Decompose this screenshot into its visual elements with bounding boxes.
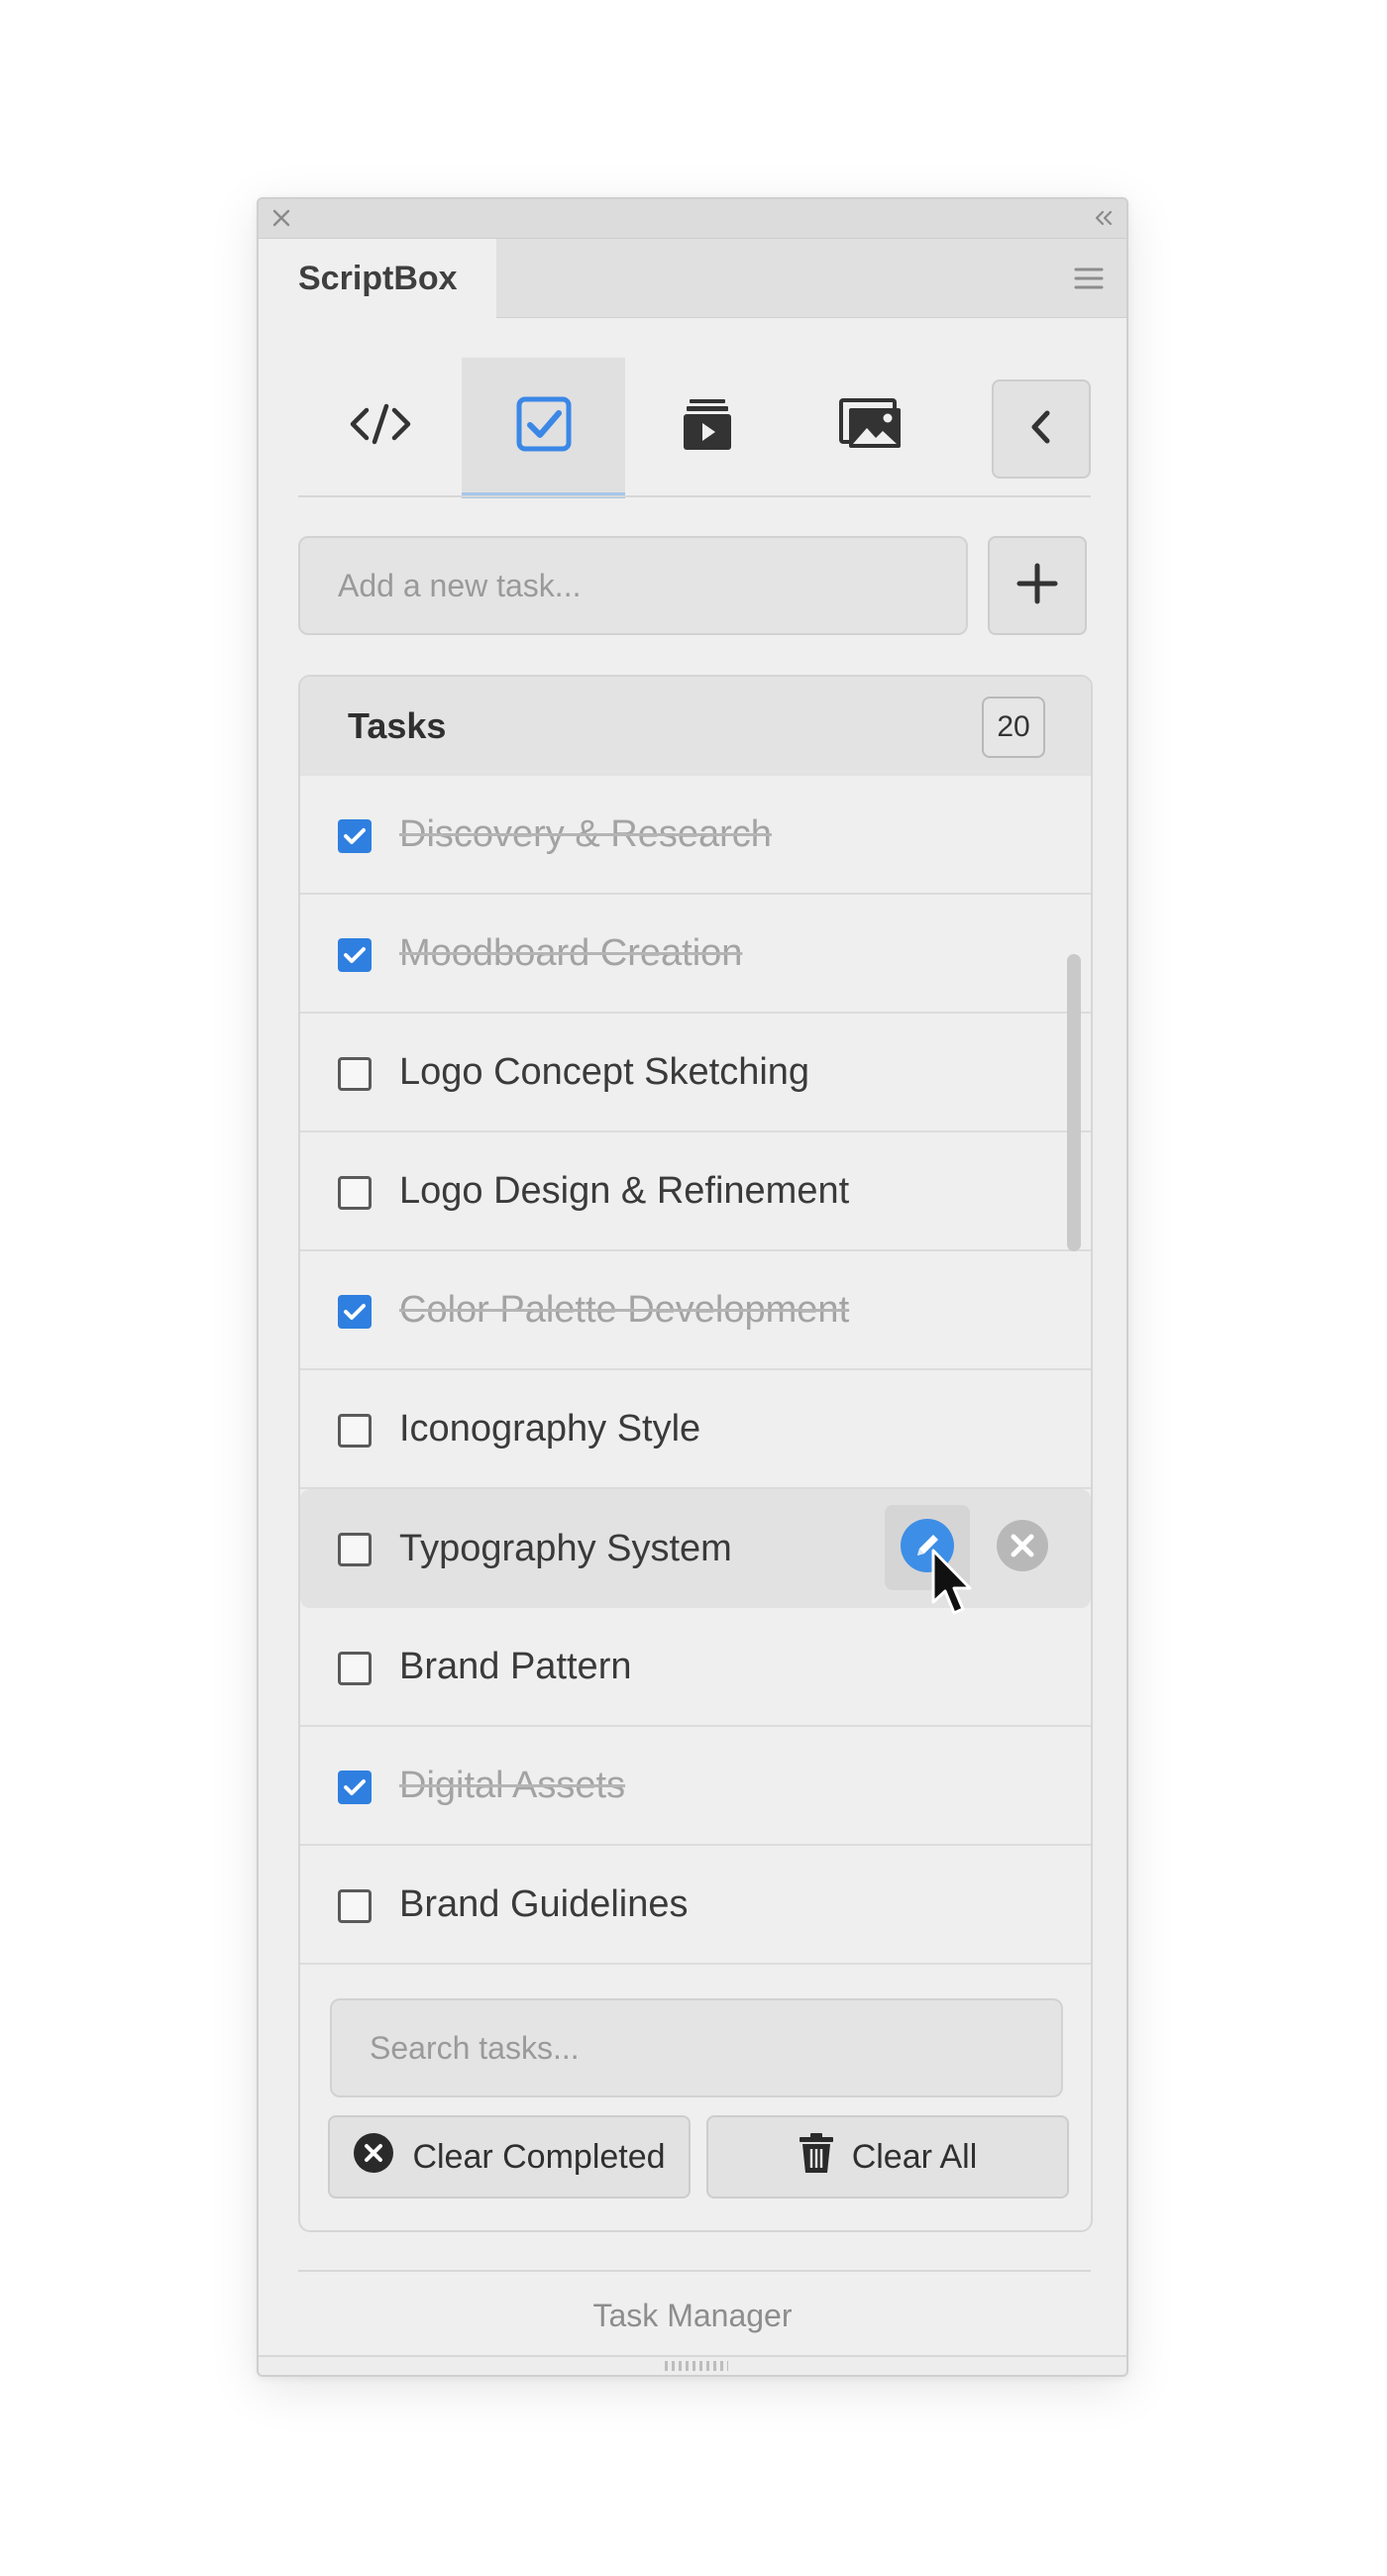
- panel-titlebar: [259, 199, 1126, 239]
- task-list-scrollbar[interactable]: [1067, 954, 1081, 1251]
- tab-media[interactable]: [625, 358, 789, 494]
- task-label: Iconography Style: [399, 1407, 701, 1449]
- task-label: Brand Guidelines: [399, 1882, 689, 1925]
- plus-icon: [1015, 562, 1059, 610]
- clear-circle-icon: [353, 2132, 394, 2183]
- panel-tab-row: ScriptBox: [259, 239, 1126, 319]
- task-row[interactable]: Digital Assets: [300, 1727, 1091, 1846]
- task-checkbox-checked[interactable]: [338, 1295, 372, 1329]
- task-label: Logo Concept Sketching: [399, 1050, 810, 1093]
- mouse-cursor-icon: [930, 1548, 978, 1619]
- code-icon: [349, 400, 412, 453]
- panel-footer-label: Task Manager: [592, 2298, 793, 2333]
- task-checkbox[interactable]: [338, 1414, 372, 1448]
- toolbar-divider: [298, 495, 1091, 497]
- task-row[interactable]: Logo Concept Sketching: [300, 1014, 1091, 1132]
- clear-completed-label: Clear Completed: [412, 2137, 666, 2176]
- task-checkbox-checked[interactable]: [338, 1771, 372, 1804]
- task-label: Brand Pattern: [399, 1645, 632, 1687]
- close-icon[interactable]: [268, 205, 294, 231]
- clear-completed-button[interactable]: Clear Completed: [328, 2115, 691, 2199]
- task-checkbox[interactable]: [338, 1533, 372, 1566]
- task-checkbox[interactable]: [338, 1176, 372, 1210]
- collapse-sidebar-button[interactable]: [992, 379, 1091, 479]
- tool-tabs: [298, 358, 1091, 498]
- task-checkbox[interactable]: [338, 1057, 372, 1091]
- task-label: Logo Design & Refinement: [399, 1169, 850, 1212]
- delete-task-button[interactable]: [996, 1519, 1049, 1577]
- chevron-left-icon: [1026, 407, 1056, 452]
- hamburger-menu-icon[interactable]: [1073, 263, 1105, 294]
- task-checkbox[interactable]: [338, 1652, 372, 1685]
- task-row[interactable]: Iconography Style: [300, 1370, 1091, 1489]
- tab-code[interactable]: [298, 358, 462, 494]
- task-checkbox-checked[interactable]: [338, 938, 372, 972]
- add-task-button[interactable]: [988, 536, 1087, 635]
- tab-images[interactable]: [789, 358, 952, 494]
- task-list[interactable]: Discovery & Research Moodboard Creation …: [300, 776, 1091, 1969]
- scriptbox-panel: ScriptBox Add a new task... Tasks 20 Dis…: [257, 197, 1128, 2377]
- clear-all-label: Clear All: [851, 2137, 978, 2176]
- grip-dots-icon: [665, 2361, 728, 2371]
- tasks-card: Tasks 20 Discovery & Research Moodboard …: [298, 675, 1093, 2232]
- collapse-double-chevron-icon[interactable]: [1091, 205, 1117, 231]
- add-task-input[interactable]: [298, 536, 968, 635]
- search-tasks-input[interactable]: [330, 1998, 1063, 2097]
- tasks-title: Tasks: [348, 705, 447, 746]
- task-row[interactable]: Discovery & Research: [300, 776, 1091, 895]
- task-label: Discovery & Research: [399, 812, 772, 855]
- clear-all-button[interactable]: Clear All: [706, 2115, 1069, 2199]
- tab-scriptbox[interactable]: ScriptBox: [259, 239, 496, 319]
- task-label: Typography System: [399, 1527, 732, 1569]
- task-count-badge: 20: [982, 697, 1045, 758]
- panel-title: ScriptBox: [298, 260, 458, 297]
- media-stack-icon: [683, 397, 731, 456]
- task-checkbox-checked[interactable]: [338, 819, 372, 853]
- task-row[interactable]: Moodboard Creation: [300, 895, 1091, 1014]
- footer-divider: [298, 2270, 1091, 2272]
- task-label: Color Palette Development: [399, 1288, 850, 1331]
- checkbox-icon: [516, 396, 572, 457]
- remove-circle-icon: [996, 1519, 1049, 1577]
- trash-icon: [799, 2132, 834, 2183]
- task-label: Digital Assets: [399, 1764, 626, 1806]
- panel-resize-grip[interactable]: [259, 2355, 1126, 2375]
- task-row[interactable]: Color Palette Development: [300, 1251, 1091, 1370]
- task-checkbox[interactable]: [338, 1889, 372, 1923]
- image-icon: [838, 397, 903, 455]
- tasks-header: Tasks 20: [300, 677, 1091, 776]
- task-label: Moodboard Creation: [399, 931, 743, 974]
- tab-tasks[interactable]: [462, 358, 625, 498]
- task-row[interactable]: Logo Design & Refinement: [300, 1132, 1091, 1251]
- task-row[interactable]: Brand Guidelines: [300, 1846, 1091, 1965]
- task-row[interactable]: Brand Pattern: [300, 1608, 1091, 1727]
